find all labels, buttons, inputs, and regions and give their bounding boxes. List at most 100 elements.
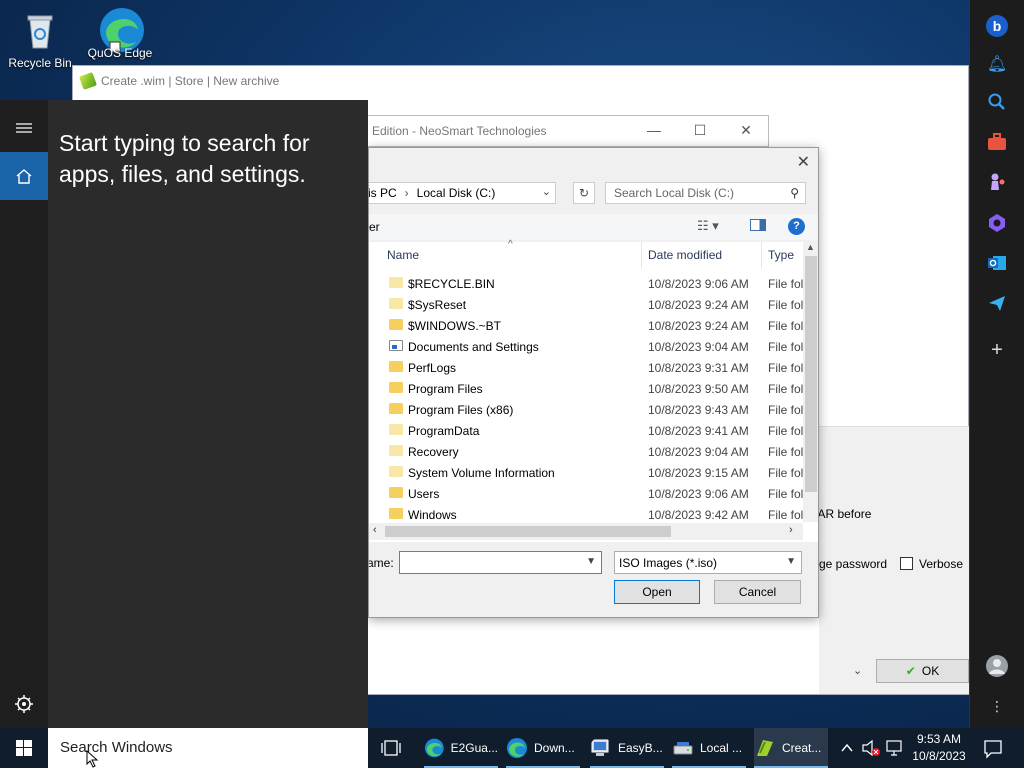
vertical-scroll-thumb[interactable] <box>805 256 817 492</box>
taskbar-app-downloads[interactable]: Down... <box>506 728 580 768</box>
games-chess-icon[interactable] <box>985 172 1009 196</box>
file-list-row[interactable]: Program Files (x86) 10/8/2023 9:43 AM File… <box>369 399 805 420</box>
file-list-row[interactable]: Recovery 10/8/2023 9:04 AM File fol <box>369 441 805 462</box>
file-list: Name ^ Date modified Type $RECYCLE.BIN 10… <box>369 239 818 542</box>
file-list-row[interactable]: $WINDOWS.~BT 10/8/2023 9:24 AM File fol <box>369 315 805 336</box>
column-separator[interactable] <box>761 242 762 268</box>
dropdown-arrow-icon[interactable]: ⌄ <box>853 664 862 677</box>
file-date-cell: 10/8/2023 9:06 AM <box>648 487 749 501</box>
taskbar-app-create[interactable]: Creat... <box>754 728 828 768</box>
scroll-right-icon[interactable]: › <box>789 524 793 536</box>
easybcd-title: Edition - NeoSmart Technologies <box>372 124 547 138</box>
file-type-cell: File fol <box>768 424 804 438</box>
column-name-header[interactable]: Name <box>387 242 419 268</box>
file-list-row[interactable]: Documents and Settings 10/8/2023 9:04 AM F… <box>369 336 805 357</box>
microsoft-365-icon[interactable] <box>985 213 1009 237</box>
refresh-icon[interactable]: ↻ <box>573 182 595 204</box>
task-view-icon[interactable] <box>380 738 402 758</box>
file-list-row[interactable]: Users 10/8/2023 9:06 AM File fol <box>369 483 805 504</box>
more-options-icon[interactable]: ⋮ <box>985 694 1009 718</box>
horizontal-scroll-thumb[interactable] <box>385 526 671 537</box>
easybcd-window[interactable]: Edition - NeoSmart Technologies — ☐ ✕ <box>360 115 769 147</box>
folder-icon <box>389 361 403 372</box>
settings-gear-icon[interactable] <box>0 680 48 728</box>
address-bar[interactable]: is PC › Local Disk (C:) ⌄ <box>369 182 556 204</box>
start-button[interactable] <box>0 728 48 768</box>
help-icon[interactable]: ? <box>788 218 805 235</box>
start-menu-panel: Start typing to search for apps, files, … <box>48 100 368 728</box>
taskbar-search-input[interactable]: Search Windows <box>48 728 368 768</box>
column-separator[interactable] <box>641 242 642 268</box>
file-list-row[interactable]: $RECYCLE.BIN 10/8/2023 9:06 AM File fol <box>369 273 805 294</box>
hamburger-menu-icon[interactable] <box>0 104 48 152</box>
maximize-icon[interactable]: ☐ <box>689 121 711 139</box>
change-view-icon[interactable]: ☷ ▾ <box>697 218 719 234</box>
peazip-titlebar[interactable]: Create .wim | Store | New archive <box>73 66 968 96</box>
taskbar-app-easybcd[interactable]: EasyB... <box>590 728 664 768</box>
file-date-cell: 10/8/2023 9:41 AM <box>648 424 749 438</box>
close-icon[interactable]: ✕ <box>735 121 757 139</box>
file-list-row[interactable]: $SysReset 10/8/2023 9:24 AM File fol <box>369 294 805 315</box>
file-type-cell: File fol <box>768 508 804 522</box>
search-icon[interactable] <box>985 92 1009 116</box>
search-input[interactable]: Search Local Disk (C:) ⚲ <box>605 182 806 204</box>
file-type-select[interactable]: ISO Images (*.iso) ▼ <box>614 551 802 574</box>
ok-button[interactable]: ✔ OK <box>876 659 969 683</box>
file-name-cell: $SysReset <box>408 298 467 312</box>
new-folder-button[interactable]: er <box>369 220 380 234</box>
add-icon[interactable]: + <box>985 338 1009 362</box>
vertical-scrollbar[interactable]: ▲ <box>803 242 818 522</box>
preview-pane-icon[interactable] <box>750 219 766 231</box>
encrypt-password-option[interactable]: ge password <box>819 557 887 571</box>
taskbar-app-label: Local ... <box>700 741 743 755</box>
minimize-icon[interactable]: — <box>643 121 665 139</box>
edge-desktop-icon[interactable]: QuOS Edge <box>84 6 156 60</box>
home-icon[interactable] <box>0 152 48 200</box>
file-type-value: ISO Images (*.iso) <box>619 556 718 570</box>
folder-icon <box>389 319 403 330</box>
taskbar-app-e2guardian[interactable]: E2Gua... <box>424 728 498 768</box>
file-list-row[interactable]: System Volume Information 10/8/2023 9:15 … <box>369 462 805 483</box>
outlook-icon[interactable] <box>985 253 1009 277</box>
file-type-dropdown-icon[interactable]: ▼ <box>786 556 796 567</box>
file-name-input[interactable]: ▼ <box>399 551 602 574</box>
profile-avatar-icon[interactable] <box>985 654 1009 678</box>
clock-time: 9:53 AM <box>916 732 962 746</box>
tools-briefcase-icon[interactable] <box>985 133 1009 157</box>
file-list-row[interactable]: Program Files 10/8/2023 9:50 AM File fol <box>369 378 805 399</box>
breadcrumb-this-pc[interactable]: is PC <box>369 186 397 200</box>
file-list-row[interactable]: Windows 10/8/2023 9:42 AM File fol <box>369 504 805 525</box>
dialog-close-icon[interactable]: ✕ <box>797 152 810 172</box>
file-list-row[interactable]: ProgramData 10/8/2023 9:41 AM File fol <box>369 420 805 441</box>
bing-icon[interactable]: b <box>985 14 1009 38</box>
breadcrumb-local-disk[interactable]: Local Disk (C:) <box>417 186 496 200</box>
scroll-left-icon[interactable]: ‹ <box>373 524 377 536</box>
column-date-header[interactable]: Date modified <box>648 242 722 268</box>
network-icon[interactable] <box>884 728 904 768</box>
recycle-bin-desktop-icon[interactable]: Recycle Bin <box>4 8 76 70</box>
scroll-up-icon[interactable]: ▲ <box>806 242 815 252</box>
tar-before-option[interactable]: TAR before <box>811 507 871 521</box>
svg-text:b: b <box>993 18 1002 34</box>
show-hidden-icons-icon[interactable] <box>838 728 856 768</box>
taskbar-app-local-disk[interactable]: Local ... <box>672 728 746 768</box>
file-name-dropdown-icon[interactable]: ▼ <box>586 556 596 567</box>
folder-icon <box>389 298 403 309</box>
taskbar-clock[interactable]: 9:53 AM 10/8/2023 <box>904 731 974 765</box>
notification-bell-icon[interactable]: 🔔︎ <box>985 53 1009 77</box>
action-center-icon[interactable] <box>981 728 1005 768</box>
search-icon: ⚲ <box>790 186 799 200</box>
address-dropdown-icon[interactable]: ⌄ <box>542 185 551 198</box>
send-plane-icon[interactable] <box>985 293 1009 317</box>
column-type-header[interactable]: Type <box>768 242 794 268</box>
cancel-button[interactable]: Cancel <box>714 580 801 604</box>
folder-icon <box>389 487 403 498</box>
verbose-checkbox[interactable] <box>900 557 913 570</box>
taskbar: Search Windows E2Gua... Down... EasyB...… <box>0 728 1024 768</box>
open-button[interactable]: Open <box>614 580 700 604</box>
volume-muted-icon[interactable] <box>860 728 882 768</box>
horizontal-scrollbar[interactable]: ‹ › <box>369 523 803 540</box>
verbose-option[interactable]: Verbose <box>900 557 963 571</box>
file-list-row[interactable]: PerfLogs 10/8/2023 9:31 AM File fol <box>369 357 805 378</box>
file-date-cell: 10/8/2023 9:50 AM <box>648 382 749 396</box>
